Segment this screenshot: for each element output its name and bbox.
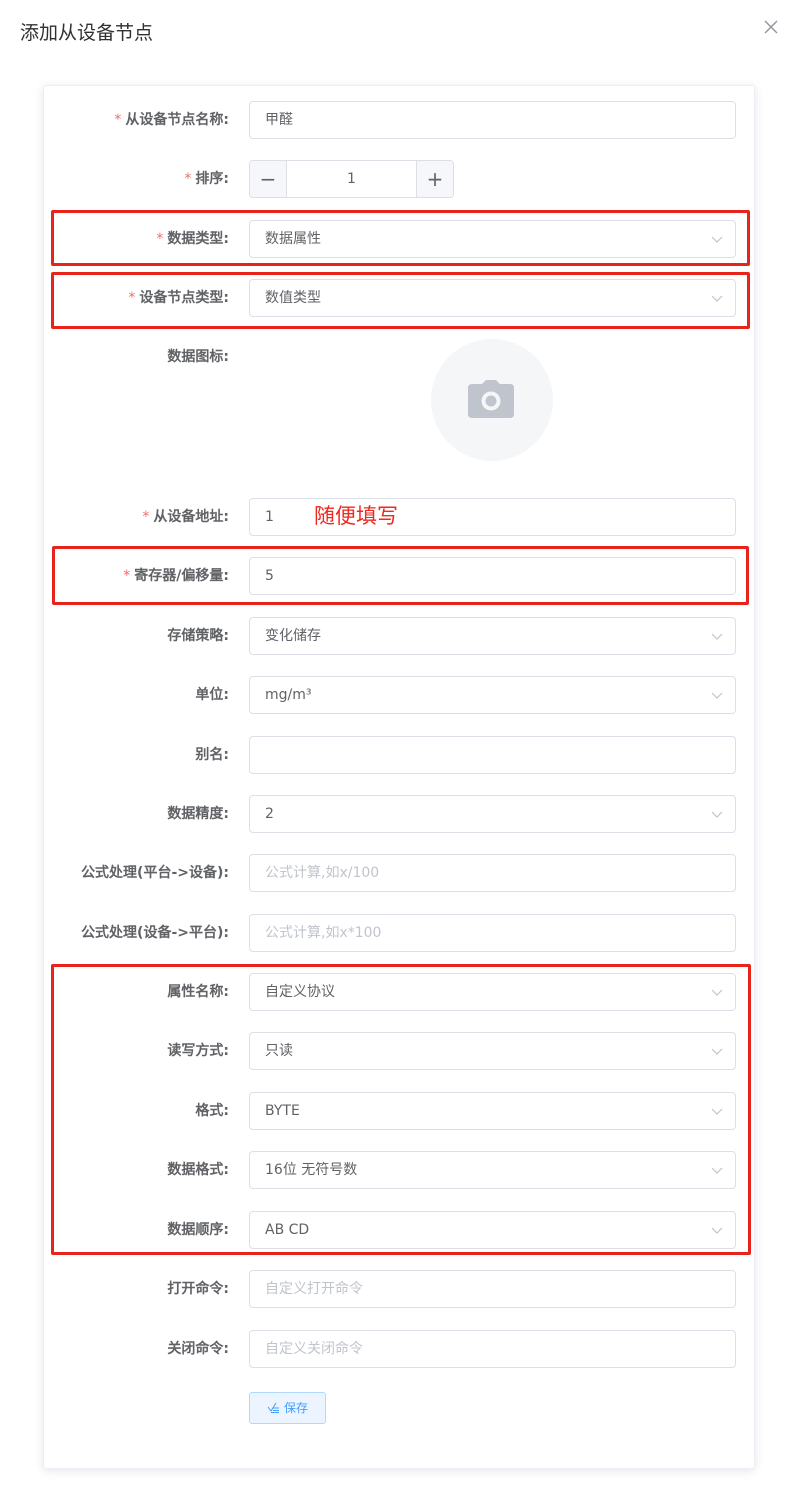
- data-format-select[interactable]: 16位 无符号数: [249, 1151, 736, 1189]
- formula-to-platform-input[interactable]: 公式计算,如x*100: [249, 914, 736, 952]
- increment-button[interactable]: +: [416, 161, 453, 197]
- close-icon[interactable]: [760, 16, 782, 38]
- form-card: * 从设备节点名称: 甲醛 * 排序: − 1 + * 数据类型: 数据属性 * 设备节…: [43, 85, 755, 1469]
- formula-to-device-input[interactable]: 公式计算,如x/100: [249, 854, 736, 892]
- chevron-down-icon: [711, 1045, 723, 1057]
- data-type-label: * 数据类型:: [156, 231, 229, 247]
- format-label: 格式:: [195, 1103, 229, 1119]
- form-row-attribute-name: 属性名称: 自定义协议: [44, 973, 756, 1011]
- data-format-label: 数据格式:: [167, 1162, 229, 1178]
- unit-label: 单位:: [195, 687, 229, 703]
- form-row-data-icon: 数据图标:: [44, 338, 756, 376]
- sort-value[interactable]: 1: [287, 161, 416, 197]
- formula-to-device-label: 公式处理(平台->设备):: [81, 865, 229, 881]
- formula-to-platform-label: 公式处理(设备->平台):: [81, 925, 229, 941]
- chevron-down-icon: [711, 292, 723, 304]
- form-row-formula-to-platform: 公式处理(设备->平台): 公式计算,如x*100: [44, 914, 756, 952]
- node-name-label: * 从设备节点名称:: [114, 112, 229, 128]
- minus-icon: −: [259, 167, 277, 191]
- data-icon-label: 数据图标:: [167, 349, 229, 365]
- decrement-button[interactable]: −: [250, 161, 287, 197]
- form-row-close-command: 关闭命令: 自定义关闭命令: [44, 1330, 756, 1368]
- form-row-storage-strategy: 存储策略: 变化储存: [44, 617, 756, 655]
- data-order-select[interactable]: AB CD: [249, 1211, 736, 1249]
- alias-label: 别名:: [195, 747, 229, 763]
- data-order-label: 数据顺序:: [167, 1222, 229, 1238]
- chevron-down-icon: [711, 233, 723, 245]
- attribute-name-label: 属性名称:: [167, 984, 229, 1000]
- data-type-select[interactable]: 数据属性: [249, 220, 736, 258]
- form-row-data-format: 数据格式: 16位 无符号数: [44, 1151, 756, 1189]
- form-row-data-type: * 数据类型: 数据属性: [44, 220, 756, 258]
- form-row-unit: 单位: mg/m³: [44, 676, 756, 714]
- plus-icon: +: [426, 167, 444, 191]
- sort-stepper[interactable]: − 1 +: [249, 160, 454, 198]
- node-type-label: * 设备节点类型:: [128, 290, 229, 306]
- form-row-precision: 数据精度: 2: [44, 795, 756, 833]
- rw-mode-select[interactable]: 只读: [249, 1032, 736, 1070]
- form-row-alias: 别名:: [44, 736, 756, 774]
- form-row-node-type: * 设备节点类型: 数值类型: [44, 279, 756, 317]
- register-offset-label: * 寄存器/偏移量:: [123, 568, 229, 584]
- format-select[interactable]: BYTE: [249, 1092, 736, 1130]
- form-row-sort: * 排序: − 1 +: [44, 160, 756, 198]
- attribute-name-select[interactable]: 自定义协议: [249, 973, 736, 1011]
- camera-icon: [468, 380, 514, 418]
- open-command-input[interactable]: 自定义打开命令: [249, 1270, 736, 1308]
- form-row-format: 格式: BYTE: [44, 1092, 756, 1130]
- slave-address-label: * 从设备地址:: [142, 509, 229, 525]
- form-row-data-order: 数据顺序: AB CD: [44, 1211, 756, 1249]
- form-row-rw-mode: 读写方式: 只读: [44, 1032, 756, 1070]
- form-row-open-command: 打开命令: 自定义打开命令: [44, 1270, 756, 1308]
- chevron-down-icon: [711, 1105, 723, 1117]
- precision-label: 数据精度:: [167, 806, 229, 822]
- node-name-input[interactable]: 甲醛: [249, 101, 736, 139]
- icon-upload[interactable]: [431, 339, 553, 461]
- chevron-down-icon: [711, 1164, 723, 1176]
- sort-label: * 排序:: [184, 171, 229, 187]
- open-command-label: 打开命令:: [167, 1281, 229, 1297]
- form-row-node-name: * 从设备节点名称: 甲醛: [44, 101, 756, 139]
- storage-strategy-select[interactable]: 变化储存: [249, 617, 736, 655]
- node-type-select[interactable]: 数值类型: [249, 279, 736, 317]
- close-command-label: 关闭命令:: [167, 1341, 229, 1357]
- chevron-down-icon: [711, 689, 723, 701]
- unit-select[interactable]: mg/m³: [249, 676, 736, 714]
- form-row-register-offset: * 寄存器/偏移量: 5: [44, 557, 756, 595]
- chevron-down-icon: [711, 1224, 723, 1236]
- check-edit-icon: [267, 1402, 279, 1413]
- annotation-note: 随便填写: [314, 504, 398, 528]
- alias-input[interactable]: [249, 736, 736, 774]
- close-command-input[interactable]: 自定义关闭命令: [249, 1330, 736, 1368]
- form-row-slave-address: * 从设备地址: 1: [44, 498, 756, 536]
- chevron-down-icon: [711, 986, 723, 998]
- chevron-down-icon: [711, 630, 723, 642]
- storage-strategy-label: 存储策略:: [167, 628, 229, 644]
- chevron-down-icon: [711, 808, 723, 820]
- save-button[interactable]: 保存: [249, 1392, 326, 1424]
- rw-mode-label: 读写方式:: [167, 1043, 229, 1059]
- dialog-title: 添加从设备节点: [20, 22, 154, 44]
- register-offset-input[interactable]: 5: [249, 557, 736, 595]
- form-row-formula-to-device: 公式处理(平台->设备): 公式计算,如x/100: [44, 854, 756, 892]
- precision-select[interactable]: 2: [249, 795, 736, 833]
